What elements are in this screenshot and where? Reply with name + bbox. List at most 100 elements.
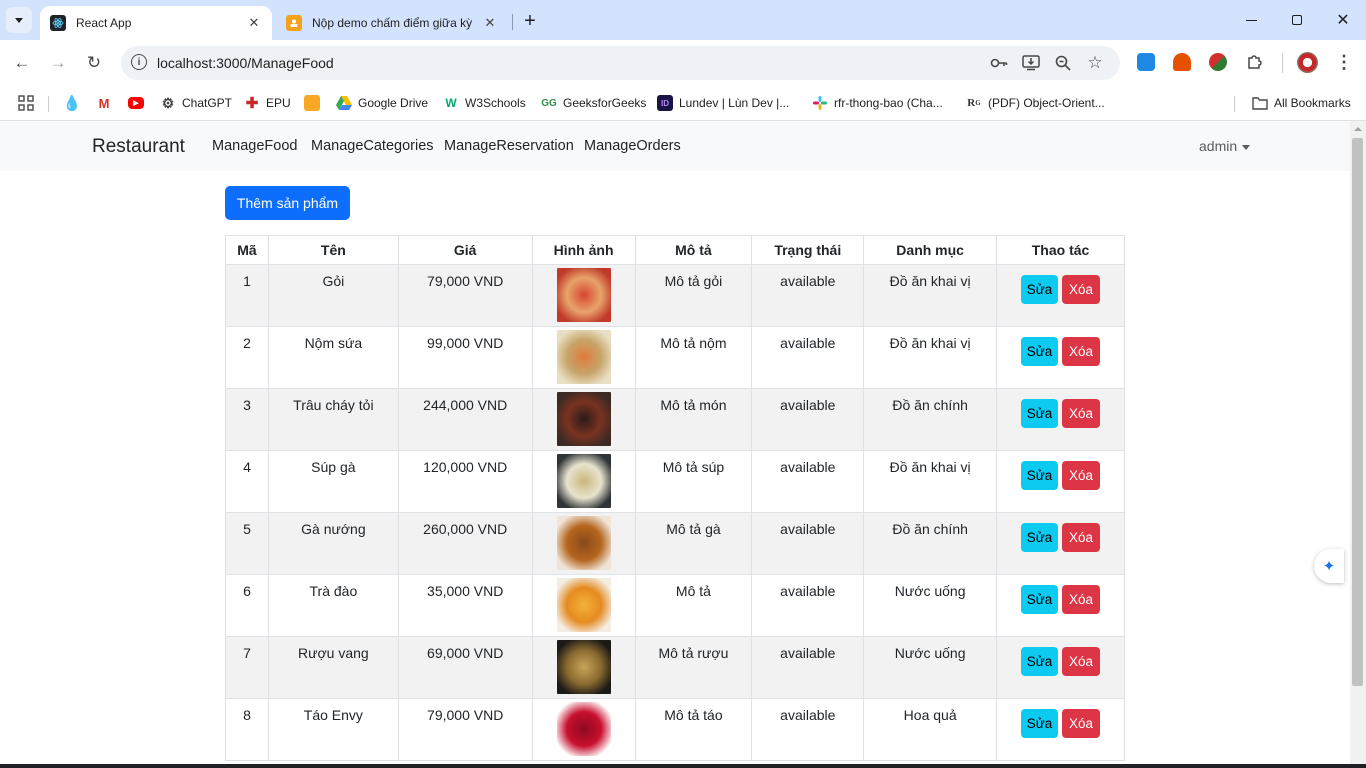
cell-image [531,512,636,575]
contacts-icon [304,95,320,111]
cell-actions: Sửa Xóa [996,574,1125,637]
cell-price: 79,000 VND [397,698,533,761]
epu-icon: ✚ [245,95,259,112]
table-row: 6 Trà đào 35,000 VND Mô tả available Nước uốn… [225,574,1125,637]
cell-id: 6 [225,574,269,637]
nav-link-manage-food[interactable]: ManageFood [212,138,297,154]
bookmark-google-drive[interactable]: Google Drive [336,94,428,112]
url-text[interactable]: localhost:3000/ManageFood [157,55,334,71]
edit-button[interactable]: Sửa [1021,275,1059,304]
cell-description: Mô tả món [634,388,753,451]
edit-button[interactable]: Sửa [1021,647,1059,676]
cell-image [531,264,636,327]
cell-price: 260,000 VND [397,512,533,575]
cell-name: Táo Envy [267,698,399,761]
chatgpt-icon: ⚙ [161,94,175,111]
bookmark-epu[interactable]: ✚ EPU [244,94,291,112]
reload-icon[interactable]: ↻ [80,49,108,77]
apps-grid-icon[interactable] [18,94,34,112]
close-window-icon[interactable]: ✕ [1320,4,1366,36]
sparkle-droplet-icon[interactable]: ✦ [1314,549,1344,583]
bookmark-slack[interactable]: rfr-thong-bao (Cha... [812,94,943,112]
tab-divider [512,14,513,30]
scroll-up-arrow-icon[interactable] [1354,127,1362,131]
bookmark-w3schools[interactable]: W W3Schools [443,94,525,112]
forward-arrow-icon[interactable]: → [44,49,72,77]
scrollbar-thumb[interactable] [1352,138,1363,686]
browser-toolbar: ← → ↻ i localhost:3000/ManageFood ☆ ⋮ [0,40,1366,86]
profile-avatar[interactable] [1297,52,1318,73]
edit-button[interactable]: Sửa [1021,337,1059,366]
delete-button[interactable]: Xóa [1062,647,1101,676]
bookmark-gmail[interactable]: M [96,94,118,112]
cell-description: Mô tả súp [634,450,753,513]
fox-extension-icon[interactable] [1173,53,1191,71]
zoom-icon[interactable] [1053,54,1073,72]
tab-classroom[interactable]: Nộp demo chấm điểm giữa kỳ ✕ [276,6,508,40]
cell-price: 120,000 VND [397,450,533,513]
bookmark-researchgate[interactable]: RG (PDF) Object-Orient... [966,94,1104,112]
minimize-icon[interactable] [1228,4,1274,36]
cell-price: 35,000 VND [397,574,533,637]
back-arrow-icon[interactable]: ← [8,49,36,77]
tab-react-app[interactable]: React App ✕ [40,6,272,40]
delete-button[interactable]: Xóa [1062,461,1101,490]
delete-button[interactable]: Xóa [1062,585,1101,614]
edit-button[interactable]: Sửa [1021,461,1059,490]
delete-button[interactable]: Xóa [1062,709,1101,738]
delete-button[interactable]: Xóa [1062,275,1101,304]
bookmark-droplet[interactable]: 💧 [63,94,86,112]
google-drive-icon [336,95,352,111]
food-image [556,454,611,508]
table-row: 5 Gà nướng 260,000 VND Mô tả gà available Đồ … [225,512,1125,575]
close-tab-icon[interactable]: ✕ [244,13,264,33]
more-menu-icon[interactable]: ⋮ [1334,52,1354,72]
droplet-extension-icon[interactable] [1137,53,1155,71]
install-app-icon[interactable] [1021,54,1041,72]
delete-button[interactable]: Xóa [1062,399,1101,428]
site-info-icon[interactable]: i [131,54,147,70]
address-bar[interactable]: i localhost:3000/ManageFood ☆ [121,46,1120,80]
cell-status: available [751,450,865,513]
w3schools-icon: W [445,96,457,110]
bookmark-contacts[interactable] [304,94,326,112]
edit-button[interactable]: Sửa [1021,709,1059,738]
cell-price: 69,000 VND [397,636,533,699]
all-bookmarks-button[interactable]: All Bookmarks [1252,94,1351,112]
tab-search-button[interactable] [6,7,32,33]
colorzilla-extension-icon[interactable] [1209,53,1227,71]
folder-icon [1252,95,1268,111]
puzzle-extensions-icon[interactable] [1245,53,1265,71]
taskbar-edge [0,764,1366,768]
cell-name: Trà đào [267,574,399,637]
close-tab-icon[interactable]: ✕ [480,13,500,33]
add-product-button[interactable]: Thêm sản phẩm [225,186,350,220]
edit-button[interactable]: Sửa [1021,585,1059,614]
cell-category: Đồ ăn khai vị [863,326,998,389]
cell-id: 2 [225,326,269,389]
bookmark-chatgpt[interactable]: ⚙ ChatGPT [160,94,232,112]
new-tab-icon[interactable]: + [518,9,542,33]
page-scrollbar[interactable] [1350,121,1366,768]
bookmark-geeksforgeeks[interactable]: GG GeeksforGeeks [541,94,646,112]
food-image [556,640,611,694]
delete-button[interactable]: Xóa [1062,523,1101,552]
researchgate-icon: RG [967,97,981,109]
star-icon[interactable]: ☆ [1085,53,1105,72]
restore-icon[interactable] [1274,4,1320,36]
nav-link-manage-categories[interactable]: ManageCategories [311,138,434,154]
cell-category: Nước uống [863,574,998,637]
nav-link-manage-reservation[interactable]: ManageReservation [444,138,574,154]
nav-link-manage-orders[interactable]: ManageOrders [584,138,681,154]
navbar-brand[interactable]: Restaurant [92,136,185,158]
edit-button[interactable]: Sửa [1021,523,1059,552]
edit-button[interactable]: Sửa [1021,399,1059,428]
bookmark-youtube[interactable]: ▶ [128,94,150,112]
cell-description: Mô tả [634,574,753,637]
key-icon[interactable] [989,54,1009,72]
user-dropdown[interactable]: admin [1199,138,1251,154]
bookmark-lundev[interactable]: lD Lundev | Lùn Dev |... [657,94,789,112]
cell-actions: Sửa Xóa [996,698,1125,761]
caret-down-icon [1242,144,1251,150]
delete-button[interactable]: Xóa [1062,337,1101,366]
